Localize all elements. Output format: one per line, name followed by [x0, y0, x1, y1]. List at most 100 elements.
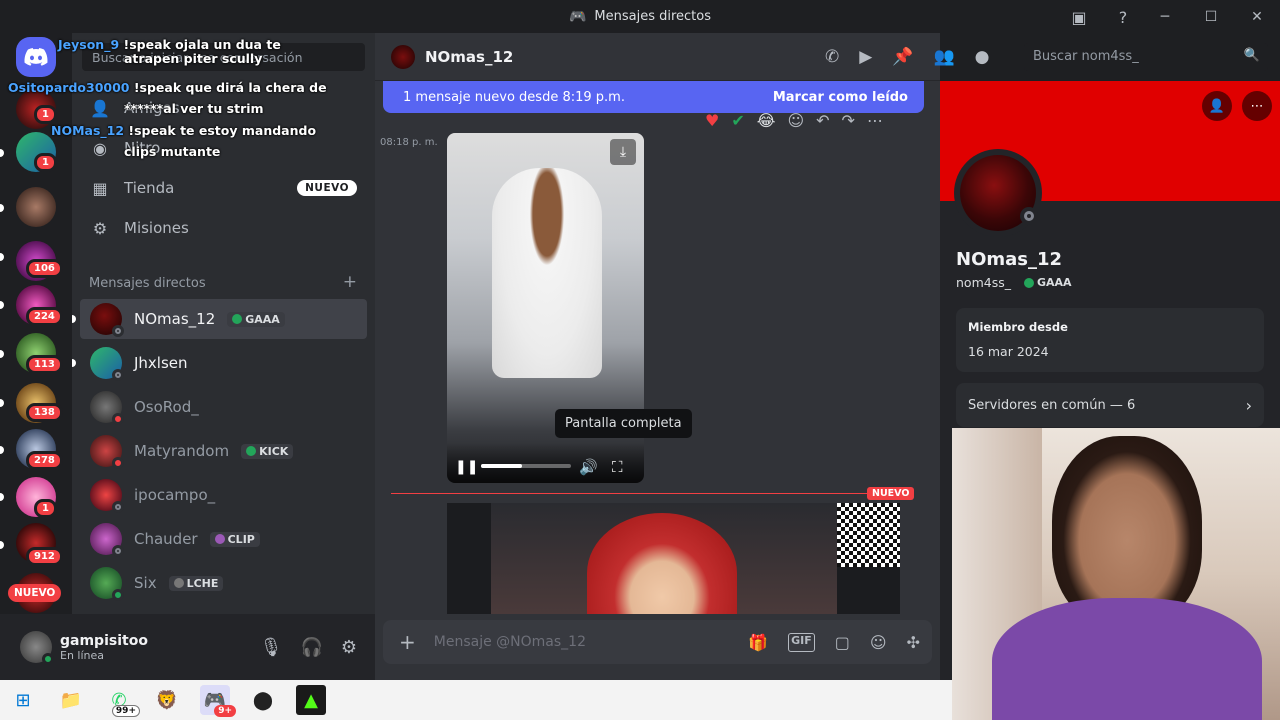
mark-as-read-button[interactable]: Marcar como leído	[773, 90, 908, 105]
chat-line: Jeyson_9 !speak ojala un dua te	[58, 37, 281, 52]
headset-icon[interactable]: 🎧	[300, 637, 322, 658]
emoji-icon[interactable]: ☺	[870, 633, 887, 652]
dm-item[interactable]: Six LCHE	[80, 563, 367, 603]
sticker-icon[interactable]: ▢	[835, 633, 850, 652]
unread-indicator	[0, 149, 4, 157]
message-composer[interactable]: + Mensaje @NOmas_12 🎁 GIF ▢ ☺ ✣	[383, 620, 932, 664]
pin-icon[interactable]: 📌	[892, 47, 913, 67]
chat-line: clips mutante	[124, 144, 221, 159]
current-user-status: En línea	[60, 648, 105, 662]
member-since-label: Miembro desde	[968, 320, 1068, 334]
obs-icon[interactable]: ⬤	[248, 685, 278, 715]
chat-line: Ositopardo30000 !speak que dirá la chera…	[8, 80, 327, 95]
apps-icon[interactable]: ✣	[907, 633, 920, 652]
close-button[interactable]: ✕	[1234, 9, 1280, 25]
new-messages-bar[interactable]: 1 mensaje nuevo desde 8:19 p.m. Marcar c…	[383, 81, 924, 113]
settings-gear-icon[interactable]: ⚙	[341, 637, 357, 658]
dm-item[interactable]: NOmas_12 GAAA	[72, 299, 367, 339]
more-options-icon[interactable]: ⋯	[867, 111, 883, 130]
nav-quests[interactable]: ⚙ Misiones	[80, 208, 367, 248]
video-progress-bar[interactable]	[481, 464, 571, 468]
mention-badge: 278	[26, 451, 63, 470]
dm-search-input[interactable]: Buscar nom4ss_ 🔍	[1024, 43, 1268, 71]
clan-tag: CLIP	[209, 531, 260, 547]
pause-icon[interactable]: ❚❚	[455, 459, 478, 475]
help-icon[interactable]: ?	[1110, 4, 1136, 30]
dm-item[interactable]: OsoRod_	[80, 387, 367, 427]
heart-reaction[interactable]: ♥	[705, 111, 719, 130]
channel-name: NOmas_12	[425, 47, 514, 66]
avatar	[391, 44, 415, 69]
volume-icon[interactable]: 🔊	[579, 458, 598, 476]
search-icon: 🔍	[1243, 48, 1260, 63]
message-actions: ♥ ✔ 😂 ☺ ↶ ↷ ⋯	[705, 111, 883, 130]
chat-line: ******al ver tu strim	[124, 101, 264, 116]
streaming-app-icon[interactable]: ▲	[296, 685, 326, 715]
notification-badge: 99+	[111, 705, 140, 717]
profile-avatar[interactable]	[954, 149, 1042, 237]
chat-line: NOMas_12 !speak te estoy mandando	[51, 123, 317, 138]
avatar[interactable]	[20, 631, 54, 665]
avatar	[90, 391, 124, 425]
laugh-reaction[interactable]: 😂	[757, 111, 776, 130]
member-since-card: Miembro desde 16 mar 2024	[956, 308, 1264, 372]
mutual-servers-card[interactable]: Servidores en común — 6 ›	[956, 383, 1264, 427]
inbox-icon[interactable]: ▣	[1066, 4, 1092, 30]
message-input[interactable]: Mensaje @NOmas_12	[434, 634, 586, 650]
new-servers-badge[interactable]: NUEVO	[8, 584, 62, 602]
gift-icon[interactable]: 🎁	[748, 633, 768, 652]
video-attachment[interactable]	[447, 503, 900, 614]
forward-icon[interactable]: ↷	[842, 111, 855, 130]
whatsapp-icon[interactable]: ✆ 99+	[104, 685, 140, 717]
avatar	[90, 479, 124, 513]
unread-indicator	[0, 493, 4, 501]
dm-name: OsoRod_	[134, 398, 199, 416]
reply-icon[interactable]: ↶	[816, 111, 829, 130]
current-username: gampisitoo	[60, 632, 148, 649]
avatar	[90, 303, 124, 337]
nav-shop[interactable]: ▦ Tienda NUEVO	[80, 168, 367, 208]
discord-taskbar-icon[interactable]: 🎮 9+	[200, 685, 236, 717]
discord-logo-icon	[24, 48, 48, 66]
home-button[interactable]	[16, 37, 56, 77]
avatar	[90, 523, 124, 557]
chevron-right-icon: ›	[1245, 395, 1252, 415]
new-divider-label: NUEVO	[867, 487, 915, 500]
windows-start-icon[interactable]: ⊞	[8, 685, 38, 715]
voice-call-icon[interactable]: ✆	[825, 47, 839, 67]
user-profile-icon[interactable]: ●	[975, 47, 990, 67]
dm-item[interactable]: ipocampo_	[80, 475, 367, 515]
create-dm-icon[interactable]: +	[343, 274, 357, 291]
download-icon[interactable]: ⤓	[610, 139, 636, 165]
minimize-button[interactable]: ─	[1142, 9, 1188, 25]
add-friend-icon[interactable]: 👤	[1202, 91, 1232, 121]
notification-badge: 9+	[214, 705, 236, 717]
more-options-icon[interactable]: ⋯	[1242, 91, 1272, 121]
new-messages-divider	[391, 493, 911, 494]
chat-area: NOmas_12 ✆ ▶ 📌 👥 ● 1 mensaje nuevo desde…	[375, 33, 990, 680]
dm-item[interactable]: Jhxlsen	[72, 343, 367, 383]
mute-microphone-icon[interactable]: 🎙	[260, 637, 283, 658]
profile-display-name: NOmas_12	[956, 249, 1063, 270]
maximize-button[interactable]: ☐	[1188, 9, 1234, 25]
add-attachment-icon[interactable]: +	[399, 630, 416, 654]
dm-item[interactable]: Matyrandom KICK	[80, 431, 367, 471]
file-explorer-icon[interactable]: 📁	[56, 685, 86, 715]
mention-badge: 138	[26, 403, 63, 422]
unread-indicator	[0, 541, 4, 549]
quests-icon: ⚙	[92, 218, 108, 238]
unread-indicator	[0, 399, 4, 407]
unread-indicator	[0, 446, 4, 454]
dm-name: ipocampo_	[134, 486, 216, 504]
dm-name: NOmas_12	[134, 310, 216, 328]
server-avatar[interactable]	[16, 187, 56, 227]
video-call-icon[interactable]: ▶	[859, 47, 872, 67]
brave-browser-icon[interactable]: 🦁	[152, 685, 182, 715]
dm-item[interactable]: Chauder CLIP	[80, 519, 367, 559]
check-reaction[interactable]: ✔	[731, 111, 744, 130]
gif-icon[interactable]: GIF	[788, 632, 815, 652]
add-friends-icon[interactable]: 👥	[934, 47, 955, 67]
fullscreen-icon[interactable]: ⛶	[612, 458, 623, 476]
add-reaction-icon[interactable]: ☺	[787, 111, 804, 130]
windows-taskbar: ⊞ 📁 ✆ 99+ 🦁 🎮 9+ ⬤ ▲	[0, 680, 952, 720]
